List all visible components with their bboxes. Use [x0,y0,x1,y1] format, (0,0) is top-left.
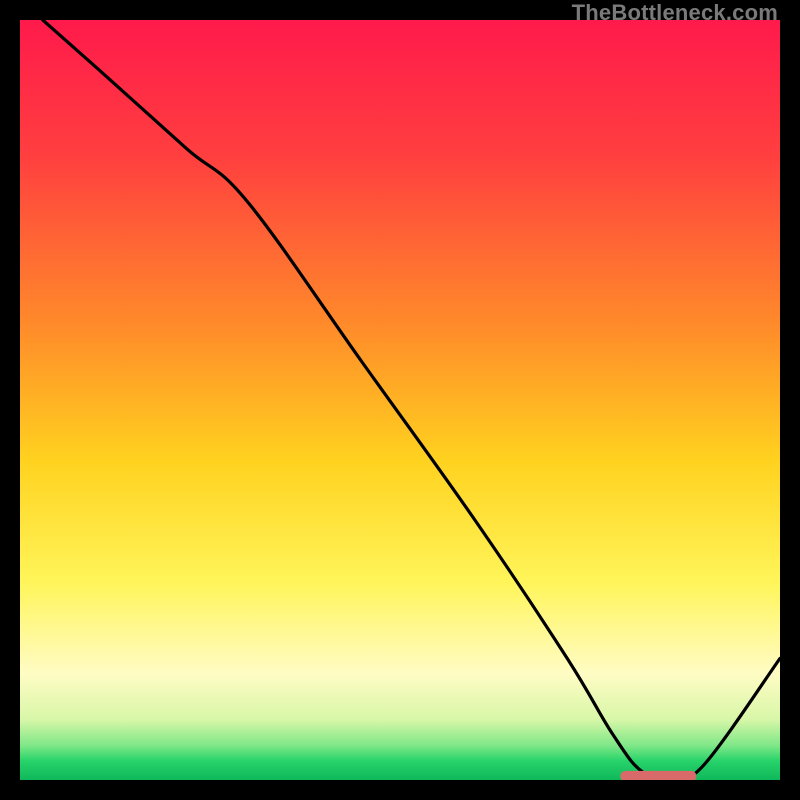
chart-frame [20,20,780,780]
bottleneck-chart [20,20,780,780]
gradient-background [20,20,780,780]
watermark-text: TheBottleneck.com [572,0,778,26]
optimal-range-marker [620,771,696,780]
